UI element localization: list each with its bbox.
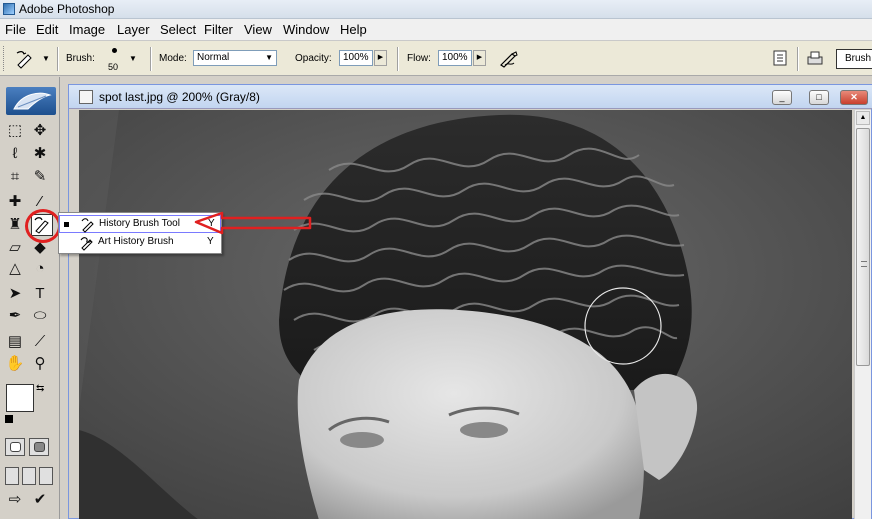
eraser-tool-icon[interactable]: ▱ (4, 237, 26, 259)
marquee-tool-icon[interactable]: ⬚ (4, 120, 26, 142)
document-title: spot last.jpg @ 200% (Gray/8) (99, 90, 260, 104)
path-selection-tool-icon[interactable]: ➤ (4, 283, 26, 305)
menu-help[interactable]: Help (337, 22, 370, 37)
menu-bar: File Edit Image Layer Select Filter View… (0, 19, 872, 41)
imageready-icon[interactable]: ✔ (29, 489, 51, 511)
opacity-label: Opacity: (295, 53, 332, 64)
mode-dropdown-icon: ▼ (265, 53, 273, 62)
menu-filter[interactable]: Filter (201, 22, 236, 37)
screen-mode-full-button[interactable] (39, 467, 53, 485)
document-icon (79, 90, 93, 104)
swap-colors-icon[interactable]: ⇆ (36, 383, 44, 394)
options-bar: ▼ Brush: 50 ▼ Mode: Normal ▼ Opacity: 10… (0, 41, 872, 76)
file-browser-icon[interactable] (771, 49, 789, 67)
options-bar-grip[interactable] (3, 46, 6, 71)
image-canvas[interactable] (79, 110, 852, 519)
flyout-item-label: History Brush Tool (99, 218, 180, 229)
screen-mode-standard-button[interactable] (5, 467, 19, 485)
airbrush-icon[interactable] (498, 50, 520, 68)
toolbox: ⬚ ✥ ℓ ✱ ⌗ ✎ ✚ ⁄ ♜ ▱ ◆ △ ◔ ➤ T ✒ ⬭ ▤ ⟋ ✋ … (0, 77, 61, 519)
menu-view[interactable]: View (241, 22, 275, 37)
blur-tool-icon[interactable]: △ (4, 258, 26, 280)
scroll-thumb-grip (861, 261, 867, 267)
photo-image (79, 110, 852, 519)
opacity-slider-button[interactable]: ▶ (374, 50, 387, 66)
mode-label: Mode: (159, 53, 187, 64)
flow-slider-button[interactable]: ▶ (473, 50, 486, 66)
slice-tool-icon[interactable]: ✎ (29, 166, 51, 188)
type-tool-icon[interactable]: T (29, 283, 51, 305)
options-separator (150, 47, 152, 71)
app-titlebar: Adobe Photoshop (0, 0, 872, 19)
close-button[interactable]: ✕ (840, 90, 868, 105)
document-window: spot last.jpg @ 200% (Gray/8) _ □ ✕ ▲ (68, 84, 872, 519)
photoshop-app-icon (3, 3, 15, 15)
minimize-button[interactable]: _ (772, 90, 792, 105)
standard-mode-button[interactable] (5, 438, 25, 456)
notes-tool-icon[interactable]: ▤ (4, 331, 26, 353)
options-separator (57, 47, 59, 71)
opacity-input[interactable]: 100% (339, 50, 373, 66)
default-colors-icon[interactable] (5, 415, 13, 423)
brush-picker-dropdown-icon[interactable]: ▼ (129, 54, 137, 63)
history-brush-icon (81, 218, 94, 233)
lasso-tool-icon[interactable]: ℓ (4, 143, 26, 165)
scroll-up-icon[interactable]: ▲ (856, 111, 870, 125)
zoom-tool-icon[interactable]: ⚲ (29, 353, 51, 375)
annotation-arrow (194, 211, 312, 235)
jump-to-imageready-icon[interactable]: ⇨ (4, 489, 26, 511)
menu-layer[interactable]: Layer (114, 22, 153, 37)
flow-input[interactable]: 100% (438, 50, 472, 66)
maximize-button[interactable]: □ (809, 90, 829, 105)
move-tool-icon[interactable]: ✥ (29, 120, 51, 142)
tool-preset-dropdown-icon[interactable]: ▼ (42, 54, 50, 63)
options-separator (397, 47, 399, 71)
flyout-item-label: Art History Brush (98, 236, 174, 247)
clone-stamp-tool-icon[interactable]: ♜ (4, 214, 26, 236)
ellipse-tool-icon[interactable]: ⬭ (29, 305, 51, 327)
brush-size: 50 (108, 62, 119, 72)
paint-bucket-tool-icon[interactable]: ◆ (29, 237, 51, 259)
menu-image[interactable]: Image (66, 22, 108, 37)
history-brush-preset-icon[interactable] (14, 49, 36, 69)
mode-select[interactable]: Normal ▼ (193, 50, 277, 66)
scroll-thumb[interactable] (856, 128, 870, 366)
photoshop-logo[interactable] (6, 87, 56, 115)
eyedropper-tool-icon[interactable]: ⟋ (29, 331, 51, 353)
menu-window[interactable]: Window (280, 22, 332, 37)
magic-wand-tool-icon[interactable]: ✱ (29, 143, 51, 165)
brush-label: Brush: (66, 53, 95, 64)
brush-preview-icon[interactable] (112, 48, 117, 53)
pen-tool-icon[interactable]: ✒ (4, 305, 26, 327)
selected-bullet-icon (64, 222, 69, 227)
flow-label: Flow: (407, 53, 431, 64)
quick-mask-mode-button[interactable] (29, 438, 49, 456)
brushes-palette-tab[interactable]: Brush (836, 49, 872, 69)
screen-mode-full-menu-button[interactable] (22, 467, 36, 485)
hand-tool-icon[interactable]: ✋ (4, 353, 26, 375)
print-icon[interactable] (806, 49, 824, 67)
menu-edit[interactable]: Edit (33, 22, 61, 37)
healing-brush-tool-icon[interactable]: ✚ (4, 191, 26, 213)
vertical-scrollbar[interactable]: ▲ (854, 110, 871, 519)
art-history-brush-icon (80, 237, 93, 251)
app-title: Adobe Photoshop (19, 2, 115, 16)
options-separator (797, 47, 799, 71)
menu-file[interactable]: File (2, 22, 29, 37)
menu-select[interactable]: Select (157, 22, 199, 37)
document-titlebar[interactable]: spot last.jpg @ 200% (Gray/8) _ □ ✕ (69, 85, 872, 109)
crop-tool-icon[interactable]: ⌗ (4, 166, 26, 188)
mode-value: Normal (197, 52, 230, 63)
foreground-color-swatch[interactable] (6, 384, 34, 412)
dodge-tool-icon[interactable]: ◔ (29, 258, 51, 280)
